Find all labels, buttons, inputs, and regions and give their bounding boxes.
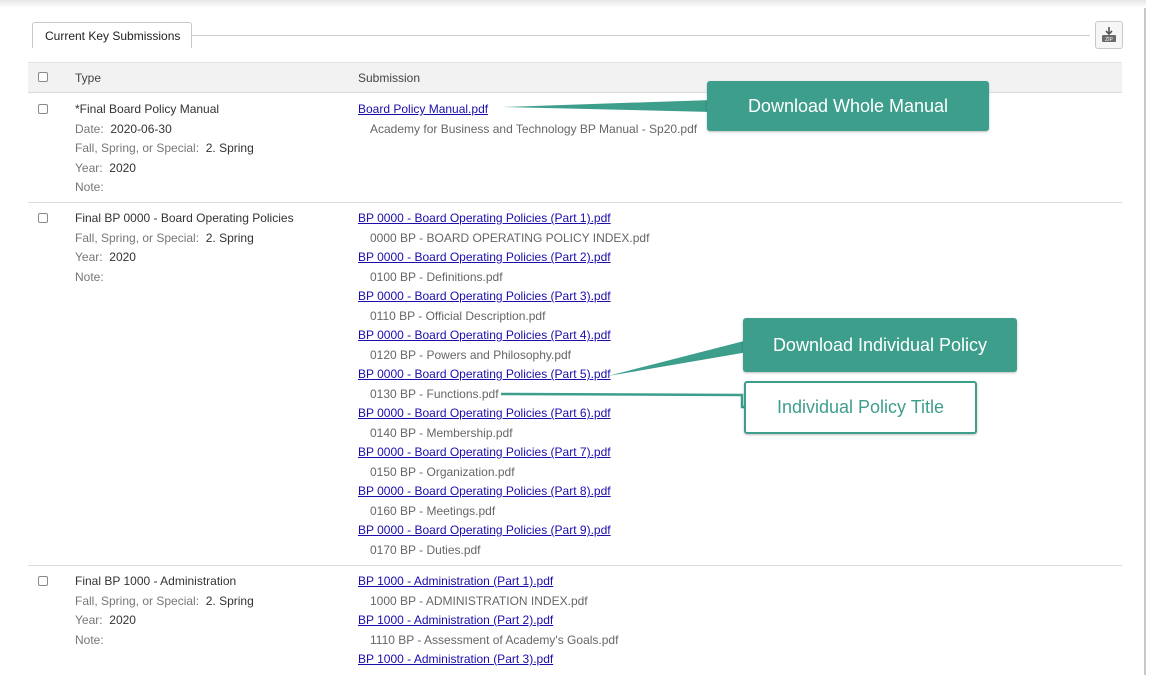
submission-list: BP 1000 - Administration (Part 1).pdf 10…: [358, 572, 858, 670]
callout-download-whole-manual: Download Whole Manual: [707, 81, 989, 131]
season-label: Fall, Spring, or Special:: [75, 230, 200, 245]
submission-link[interactable]: BP 0000 - Board Operating Policies (Part…: [358, 482, 858, 502]
submission-link[interactable]: BP 0000 - Board Operating Policies (Part…: [358, 248, 858, 268]
season-value: 2. Spring: [205, 141, 254, 155]
submission-filename: 0000 BP - BOARD OPERATING POLICY INDEX.p…: [370, 230, 650, 245]
tab-current-key-submissions[interactable]: Current Key Submissions: [32, 22, 192, 48]
submission-link[interactable]: BP 0000 - Board Operating Policies (Part…: [358, 521, 858, 541]
note-label: Note:: [75, 269, 104, 284]
submission-link[interactable]: BP 0000 - Board Operating Policies (Part…: [358, 443, 858, 463]
submission-filename: 1110 BP - Assessment of Academy's Goals.…: [370, 632, 619, 647]
zip-download-button[interactable]: ZIP: [1095, 21, 1123, 49]
year-value: 2020: [109, 250, 136, 264]
callout-download-individual-policy: Download Individual Policy: [743, 318, 1017, 372]
row-meta: *Final Board Policy Manual Date: 2020-06…: [75, 100, 355, 198]
column-header-type: Type: [75, 71, 102, 85]
tab-label: Current Key Submissions: [45, 28, 181, 43]
submission-link[interactable]: BP 1000 - Administration (Part 1).pdf: [358, 572, 858, 592]
row-meta: Final BP 1000 - Administration Fall, Spr…: [75, 572, 355, 650]
row-title: Final BP 1000 - Administration: [75, 574, 237, 588]
callout-text: Download Individual Policy: [772, 334, 988, 355]
year-label: Year:: [75, 160, 103, 175]
row-checkbox[interactable]: [38, 104, 48, 114]
tab-divider: [192, 35, 1090, 36]
submission-filename: 0170 BP - Duties.pdf: [370, 542, 481, 557]
submission-filename: 0160 BP - Meetings.pdf: [370, 503, 496, 518]
year-label: Year:: [75, 250, 103, 264]
select-all-checkbox[interactable]: [38, 72, 48, 82]
row-meta: Final BP 0000 - Board Operating Policies…: [75, 209, 355, 287]
submission-link[interactable]: BP 0000 - Board Operating Policies (Part…: [358, 209, 858, 229]
year-value: 2020: [109, 160, 136, 175]
svg-text:ZIP: ZIP: [1105, 37, 1113, 43]
callout-individual-policy-title: Individual Policy Title: [744, 381, 977, 434]
column-header-submission: Submission: [358, 71, 421, 85]
submission-filename: 0150 BP - Organization.pdf: [370, 464, 515, 479]
callout-text: Download Whole Manual: [747, 95, 949, 116]
note-label: Note:: [75, 180, 104, 194]
row-checkbox[interactable]: [38, 213, 48, 223]
submission-filename: 0100 BP - Definitions.pdf: [370, 269, 503, 284]
callout-text: Individual Policy Title: [776, 397, 945, 417]
season-label: Fall, Spring, or Special:: [75, 593, 200, 608]
note-label: Note:: [75, 632, 104, 647]
year-value: 2020: [109, 613, 136, 627]
submission-link[interactable]: BP 1000 - Administration (Part 2).pdf: [358, 611, 858, 631]
zip-download-icon: ZIP: [1102, 27, 1116, 43]
top-shadow: [0, 0, 1146, 8]
date-label: Date:: [75, 121, 104, 136]
season-value: 2. Spring: [205, 230, 254, 245]
row-checkbox[interactable]: [38, 576, 48, 586]
submission-link[interactable]: BP 0000 - Board Operating Policies (Part…: [358, 287, 858, 307]
season-label: Fall, Spring, or Special:: [75, 141, 200, 155]
row-title: *Final Board Policy Manual: [75, 102, 220, 116]
season-value: 2. Spring: [205, 593, 254, 608]
submission-link[interactable]: BP 1000 - Administration (Part 3).pdf: [358, 650, 858, 670]
submission-filename: 1000 BP - ADMINISTRATION INDEX.pdf: [370, 593, 588, 608]
table-row: Final BP 1000 - Administration Fall, Spr…: [28, 566, 1122, 686]
row-title: Final BP 0000 - Board Operating Policies: [75, 211, 294, 225]
date-value: 2020-06-30: [110, 121, 172, 136]
year-label: Year:: [75, 613, 103, 627]
